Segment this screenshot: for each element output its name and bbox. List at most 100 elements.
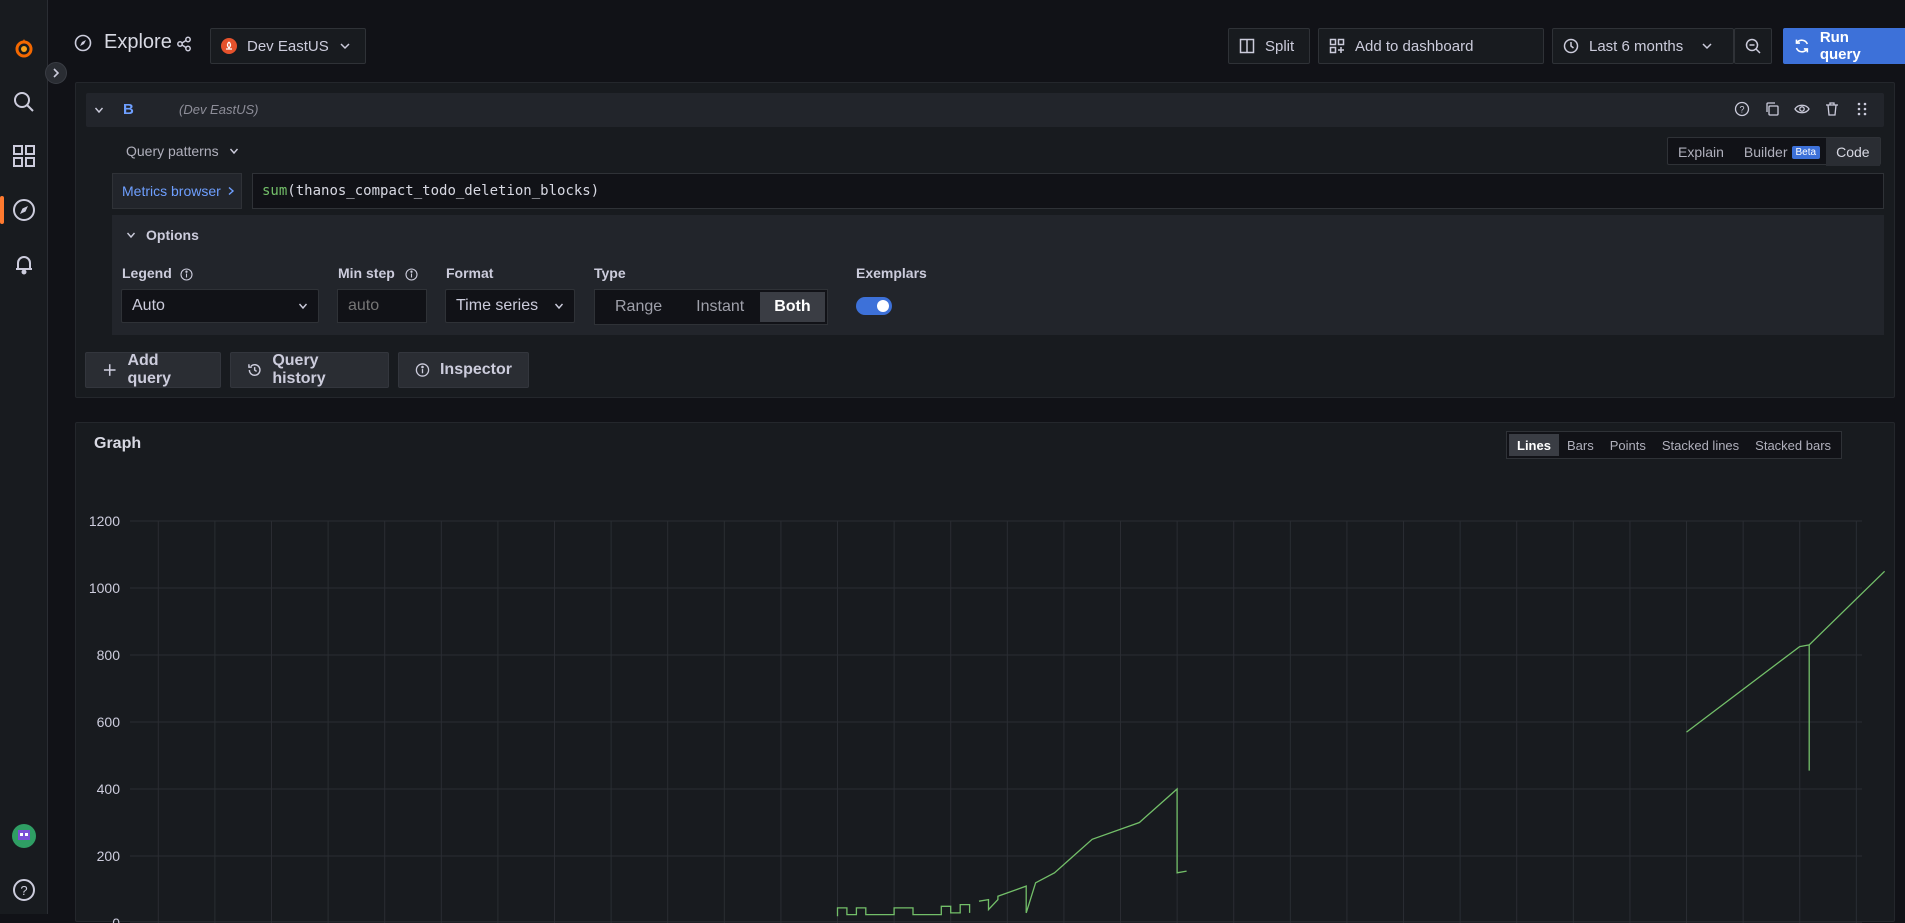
- y-tick-label: 1200: [89, 513, 120, 529]
- dashboard-add-icon: [1329, 38, 1345, 54]
- view-bars[interactable]: Bars: [1559, 434, 1602, 456]
- format-select[interactable]: Time series: [445, 289, 575, 323]
- duplicate-icon[interactable]: [1764, 101, 1780, 117]
- user-avatar[interactable]: [12, 824, 36, 848]
- graph-chart: 02004006008001000120007/1307/1907/2507/3…: [89, 513, 1886, 923]
- type-range[interactable]: Range: [597, 292, 680, 322]
- split-button[interactable]: Split: [1228, 28, 1310, 64]
- graph-panel: Graph Lines Bars Points Stacked lines Stacke…: [75, 422, 1895, 923]
- dashboards-icon[interactable]: [12, 144, 36, 168]
- query-argument: (thanos_compact_todo_deletion_blocks): [287, 183, 600, 199]
- series-line-segment: [1686, 570, 1886, 771]
- legend-select[interactable]: Auto: [121, 289, 319, 323]
- search-icon[interactable]: [12, 90, 36, 114]
- svg-text:?: ?: [20, 883, 27, 898]
- minstep-input[interactable]: [337, 289, 427, 323]
- run-query-label: Run query: [1819, 29, 1861, 63]
- format-label: Format: [446, 265, 494, 281]
- info-circle-icon: [415, 363, 430, 377]
- time-range-label: Last 6 months: [1589, 37, 1684, 55]
- add-query-label: Add query: [127, 352, 172, 387]
- mode-code[interactable]: Code: [1826, 138, 1880, 166]
- query-function: sum: [262, 183, 288, 199]
- eye-icon[interactable]: [1794, 101, 1810, 117]
- y-tick-label: 800: [97, 647, 121, 663]
- type-label: Type: [594, 265, 626, 281]
- query-panel: B (Dev EastUS) ? Query patterns Explain …: [75, 82, 1895, 398]
- svg-text:?: ?: [1739, 105, 1744, 115]
- view-stacked-lines[interactable]: Stacked lines: [1654, 434, 1747, 456]
- inspector-label: Inspector: [439, 361, 512, 378]
- compass-icon: [74, 34, 92, 52]
- chevron-down-icon: [340, 43, 350, 50]
- plus-icon: [103, 364, 116, 376]
- view-points[interactable]: Points: [1602, 434, 1654, 456]
- view-stacked-bars[interactable]: Stacked bars: [1747, 434, 1839, 456]
- chevron-down-icon: [1702, 43, 1712, 50]
- exemplars-label: Exemplars: [856, 265, 927, 281]
- metrics-browser-button[interactable]: Metrics browser: [112, 173, 242, 209]
- query-history-button[interactable]: Query history: [230, 352, 389, 388]
- active-indicator: [0, 196, 4, 224]
- chevron-down-icon: [554, 303, 564, 310]
- help-icon[interactable]: ?: [12, 878, 36, 902]
- exemplars-toggle[interactable]: [856, 297, 892, 315]
- mode-explain[interactable]: Explain: [1668, 138, 1734, 166]
- grafana-logo-icon[interactable]: [12, 36, 36, 60]
- help-circle-icon[interactable]: ?: [1734, 101, 1750, 117]
- zoom-out-icon: [1745, 38, 1761, 54]
- explore-icon[interactable]: [12, 198, 36, 222]
- type-both[interactable]: Both: [760, 292, 825, 322]
- clock-icon: [1563, 38, 1579, 54]
- mode-builder[interactable]: Builder Beta: [1734, 138, 1826, 166]
- query-ref-id[interactable]: B: [123, 101, 134, 118]
- drag-handle-icon[interactable]: [1854, 101, 1870, 117]
- expand-sidebar-button[interactable]: [45, 62, 67, 84]
- alerting-bell-icon[interactable]: [12, 252, 36, 276]
- top-bar: Explore Dev EastUS Split Add to dashboar…: [48, 0, 1905, 80]
- chevron-down-icon: [126, 232, 136, 239]
- options-section: Options Legend Auto Min step Format Time…: [112, 215, 1884, 335]
- chevron-down-icon: [298, 303, 308, 310]
- chevron-right-icon: [228, 186, 234, 196]
- info-icon[interactable]: [180, 268, 193, 281]
- info-icon[interactable]: [405, 268, 418, 281]
- split-label: Split: [1265, 37, 1295, 55]
- query-patterns-label: Query patterns: [126, 143, 219, 159]
- query-history-label: Query history: [272, 352, 326, 387]
- type-instant[interactable]: Instant: [682, 292, 758, 322]
- query-row-actions: ?: [1734, 101, 1870, 117]
- toggle-knob: [877, 300, 889, 312]
- chevron-right-icon: [53, 68, 60, 78]
- y-tick-label: 200: [97, 848, 121, 864]
- series-line-segment: [978, 787, 1187, 914]
- sidebar: ?: [0, 0, 48, 914]
- query-datasource-hint: (Dev EastUS): [179, 102, 259, 117]
- y-tick-label: 0: [112, 915, 120, 923]
- legend-label: Legend: [122, 265, 172, 281]
- y-tick-label: 600: [97, 714, 121, 730]
- prometheus-icon: [221, 38, 237, 54]
- add-query-button[interactable]: Add query: [85, 352, 221, 388]
- minstep-label: Min step: [338, 265, 395, 281]
- y-tick-label: 400: [97, 781, 121, 797]
- datasource-picker[interactable]: Dev EastUS: [210, 28, 366, 64]
- share-icon[interactable]: [176, 36, 192, 52]
- query-editor[interactable]: sum (thanos_compact_todo_deletion_blocks): [252, 173, 1884, 209]
- options-label: Options: [146, 227, 199, 243]
- view-lines[interactable]: Lines: [1509, 434, 1559, 456]
- time-range-picker[interactable]: Last 6 months: [1552, 28, 1734, 64]
- query-row-header: B (Dev EastUS) ?: [86, 93, 1884, 127]
- options-toggle[interactable]: Options: [126, 227, 199, 243]
- page-title: Explore: [104, 31, 172, 53]
- trash-icon[interactable]: [1824, 101, 1840, 117]
- query-patterns-dropdown[interactable]: Query patterns: [116, 137, 249, 165]
- graph-title: Graph: [94, 435, 142, 452]
- add-to-dashboard-button[interactable]: Add to dashboard: [1318, 28, 1544, 64]
- run-query-button[interactable]: Run query: [1783, 28, 1905, 64]
- inspector-button[interactable]: Inspector: [398, 352, 529, 388]
- collapse-chevron-icon[interactable]: [94, 105, 104, 115]
- zoom-out-button[interactable]: [1734, 28, 1772, 64]
- split-icon: [1239, 38, 1255, 54]
- series-line-segment: [836, 903, 971, 917]
